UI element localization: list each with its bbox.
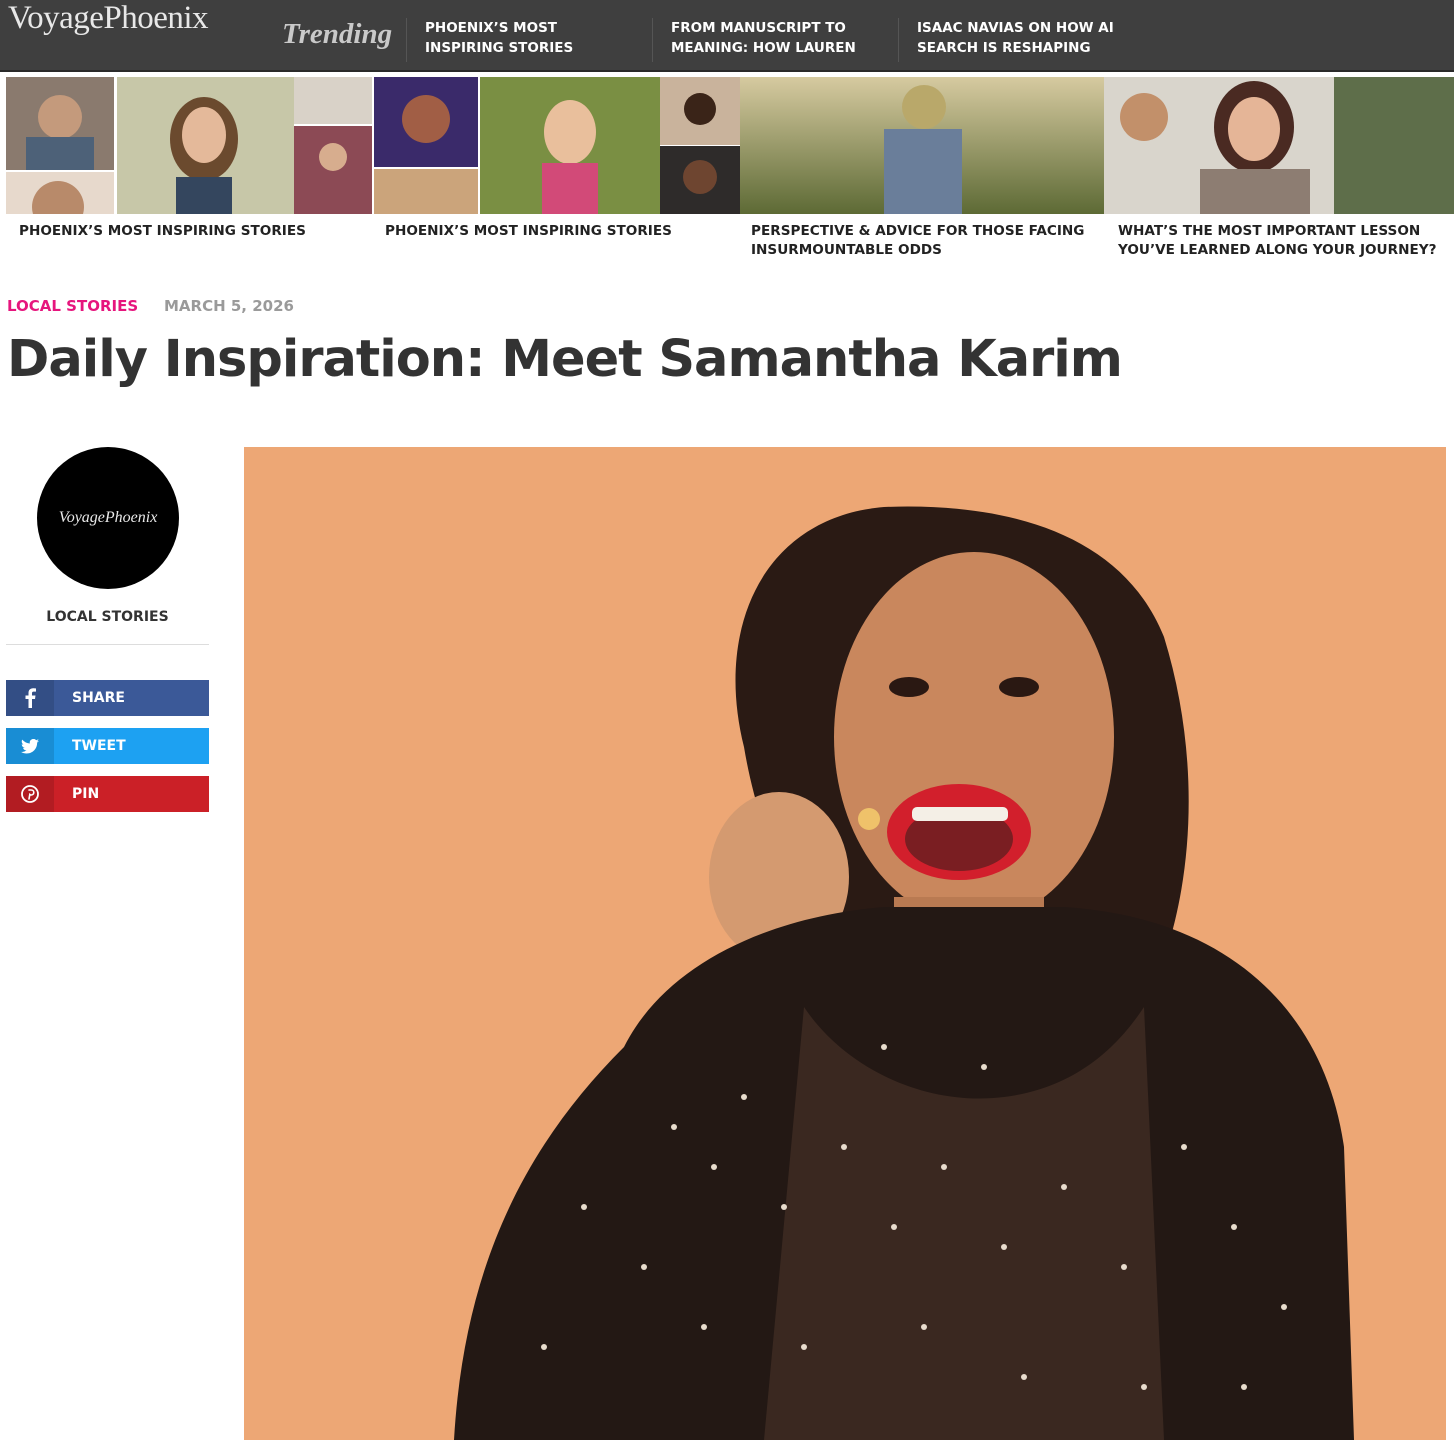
share-twitter-button[interactable]: TWEET: [6, 728, 209, 764]
pin-label: PIN: [72, 786, 100, 802]
featured-link[interactable]: PERSPECTIVE & ADVICE FOR THOSE FACING IN…: [751, 222, 1096, 260]
share-facebook-button[interactable]: SHARE: [6, 680, 209, 716]
trending-label: Trending: [282, 18, 393, 50]
article-hero-image: [244, 447, 1446, 1440]
article-date: MARCH 5, 2026: [164, 297, 294, 315]
twitter-icon: [6, 728, 54, 764]
site-logo[interactable]: VoyagePhoenix: [8, 0, 209, 37]
avatar-logo-text: VoyagePhoenix: [58, 509, 158, 526]
featured-link[interactable]: PHOENIX’S MOST INSPIRING STORIES: [385, 222, 725, 241]
featured-image-4[interactable]: [1104, 77, 1454, 214]
share-pinterest-button[interactable]: PIN: [6, 776, 209, 812]
facebook-icon: [6, 680, 54, 716]
sidebar-divider: [6, 644, 209, 645]
author-avatar[interactable]: VoyagePhoenix: [37, 447, 179, 589]
featured-link[interactable]: PHOENIX’S MOST INSPIRING STORIES: [19, 222, 359, 241]
article-category[interactable]: LOCAL STORIES: [7, 297, 138, 315]
trending-item[interactable]: ISAAC NAVIAS ON HOW AI SEARCH IS RESHAPI…: [898, 18, 1127, 62]
author-name[interactable]: LOCAL STORIES: [6, 609, 209, 625]
featured-link[interactable]: WHAT’S THE MOST IMPORTANT LESSON YOU’VE …: [1118, 222, 1448, 260]
featured-image-1[interactable]: [6, 77, 294, 214]
pinterest-icon: [6, 776, 54, 812]
article-title: Daily Inspiration: Meet Samantha Karim: [7, 330, 1123, 389]
top-bar: VoyagePhoenix Trending PHOENIX’S MOST IN…: [0, 0, 1454, 72]
featured-image-2[interactable]: [294, 77, 660, 214]
trending-item[interactable]: PHOENIX’S MOST INSPIRING STORIES: [406, 18, 635, 62]
share-label: SHARE: [72, 690, 125, 706]
featured-image-3[interactable]: [660, 77, 1104, 214]
featured-strip: [6, 77, 1454, 214]
tweet-label: TWEET: [72, 738, 126, 754]
trending-item[interactable]: FROM MANUSCRIPT TO MEANING: HOW LAUREN: [652, 18, 881, 62]
